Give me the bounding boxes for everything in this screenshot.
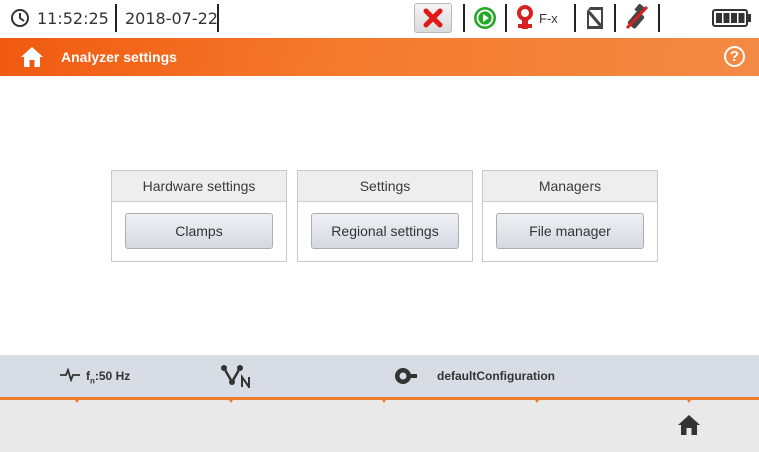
- usb-icon: [625, 4, 649, 30]
- hardware-settings-group: Hardware settings Clamps: [111, 170, 287, 262]
- status-divider: [658, 4, 660, 32]
- tab-marker: [227, 397, 235, 403]
- battery-icon: [712, 9, 751, 27]
- managers-group: Managers File manager: [482, 170, 658, 262]
- clamps-button[interactable]: Clamps: [125, 213, 273, 249]
- clamp-indicator: [516, 4, 534, 32]
- sd-card-indicator: [585, 4, 605, 32]
- status-divider: [217, 4, 219, 32]
- battery-indicator: [712, 4, 752, 32]
- group-title: Hardware settings: [112, 171, 286, 202]
- network-type-icon: [221, 365, 250, 388]
- sd-card-icon: [587, 7, 603, 29]
- clock-icon: [11, 9, 29, 27]
- info-bar: fn:50 Hz defaultConfiguration: [0, 355, 759, 397]
- home-icon[interactable]: [677, 414, 701, 436]
- clamp-icon: [517, 5, 533, 29]
- stop-measurement-icon: [423, 8, 443, 28]
- status-divider: [614, 4, 616, 32]
- help-icon: ?: [729, 48, 740, 65]
- run-indicator-icon: [474, 7, 496, 29]
- tab-marker: [533, 397, 541, 403]
- status-divider: [115, 4, 117, 32]
- group-title: Settings: [298, 171, 472, 202]
- tab-marker: [73, 397, 81, 403]
- clamp-type-label: F-x: [539, 11, 558, 26]
- configuration-icon: [395, 368, 417, 384]
- frequency-value: :50 Hz: [94, 369, 131, 383]
- clock-time: 11:52:25: [37, 9, 109, 28]
- page-title: Analyzer settings: [61, 49, 177, 65]
- status-divider: [505, 4, 507, 32]
- regional-settings-button[interactable]: Regional settings: [311, 213, 459, 249]
- help-button[interactable]: ?: [724, 46, 745, 67]
- file-manager-button[interactable]: File manager: [496, 213, 644, 249]
- wave-icon: [60, 368, 80, 382]
- clock-date: 2018-07-22: [125, 9, 218, 28]
- frequency-label: fn:50 Hz: [86, 369, 130, 385]
- home-icon[interactable]: [20, 46, 44, 68]
- group-title: Managers: [483, 171, 657, 202]
- tab-marker: [685, 397, 693, 403]
- tab-marker: [380, 397, 388, 403]
- status-bar: 11:52:25 2018-07-22 F-x: [0, 0, 759, 38]
- bottom-bar: [0, 397, 759, 452]
- usb-indicator: [623, 4, 651, 32]
- settings-group: Settings Regional settings: [297, 170, 473, 262]
- status-divider: [574, 4, 576, 32]
- run-indicator: [473, 4, 497, 32]
- configuration-name: defaultConfiguration: [437, 369, 555, 383]
- title-bar: Analyzer settings ?: [0, 38, 759, 76]
- status-divider: [463, 4, 465, 32]
- stop-measurement-button[interactable]: [414, 3, 452, 33]
